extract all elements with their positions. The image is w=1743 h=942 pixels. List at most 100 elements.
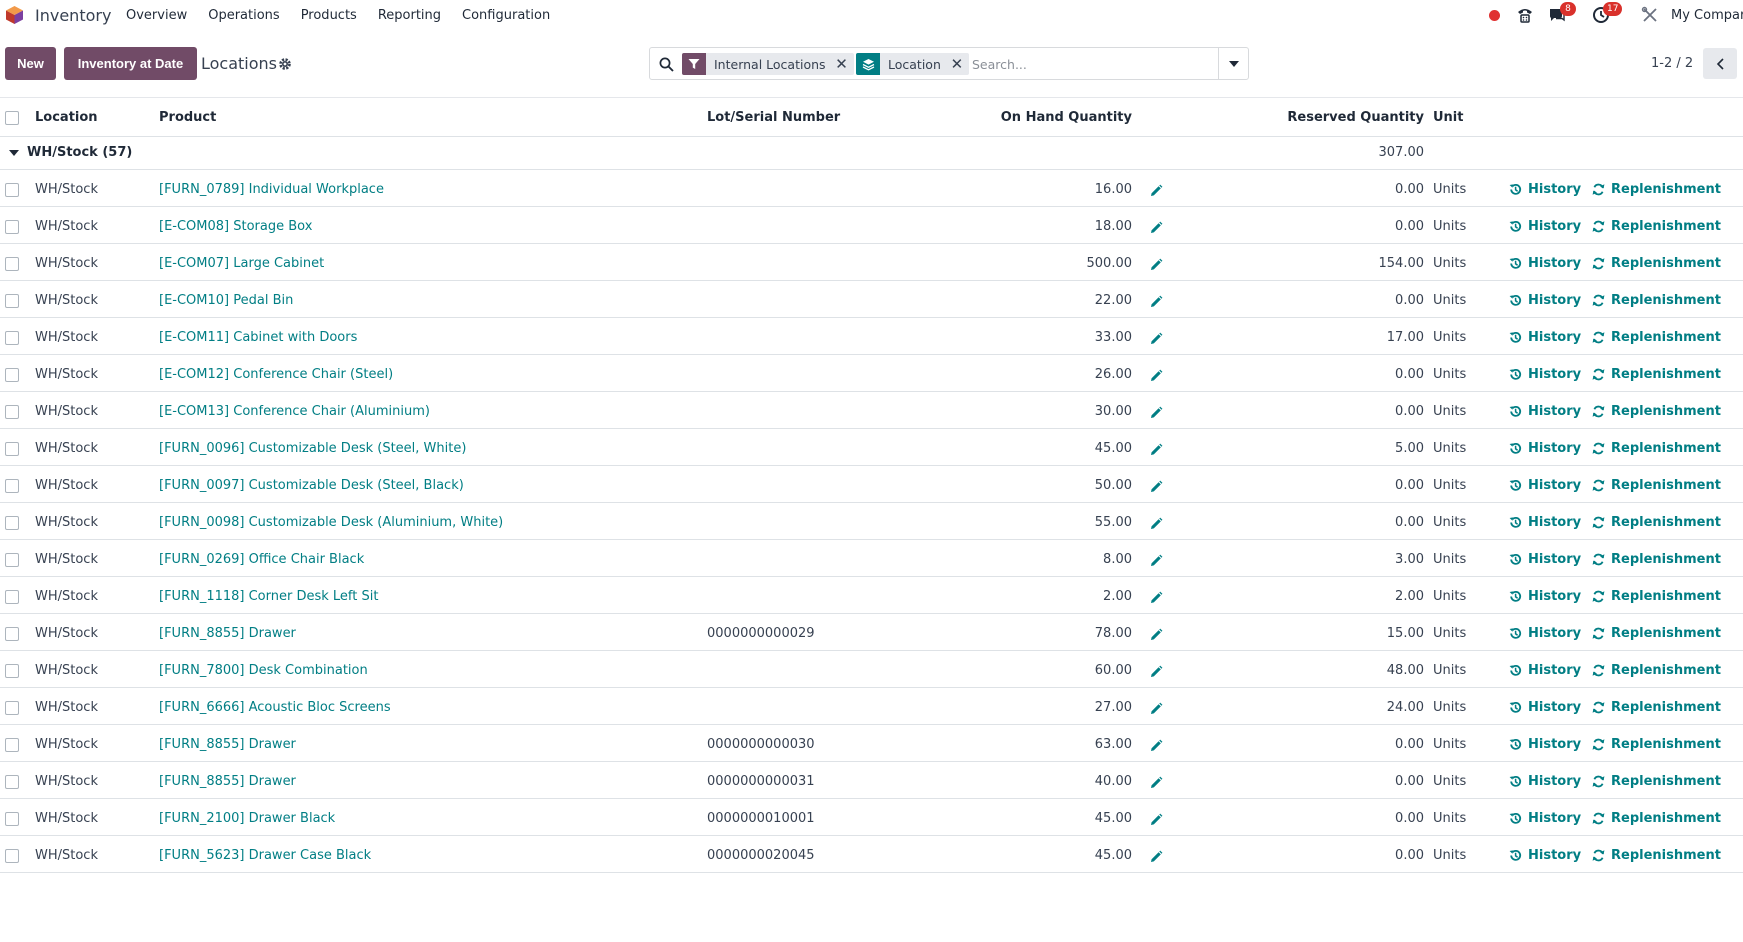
cell-product[interactable]: [E-COM08] Storage Box	[159, 219, 312, 234]
cell-on-hand[interactable]: 18.00	[1095, 219, 1132, 234]
replenishment-button[interactable]: Replenishment	[1592, 256, 1721, 271]
replenishment-button[interactable]: Replenishment	[1592, 404, 1721, 419]
table-row[interactable]: WH/Stock [FURN_8855] Drawer 000000000003…	[0, 762, 1743, 799]
cell-on-hand[interactable]: 30.00	[1095, 404, 1132, 419]
cell-product[interactable]: [FURN_0789] Individual Workplace	[159, 182, 384, 197]
pencil-icon[interactable]	[1149, 369, 1163, 383]
select-all-checkbox[interactable]	[5, 111, 19, 125]
row-checkbox[interactable]	[5, 627, 19, 641]
table-row[interactable]: WH/Stock [FURN_1118] Corner Desk Left Si…	[0, 577, 1743, 614]
company-switcher[interactable]: My Compar	[1671, 8, 1743, 23]
table-row[interactable]: WH/Stock [FURN_5623] Drawer Case Black 0…	[0, 836, 1743, 873]
pencil-icon[interactable]	[1149, 443, 1163, 457]
table-row[interactable]: WH/Stock [FURN_0269] Office Chair Black …	[0, 540, 1743, 577]
history-button[interactable]: History	[1509, 700, 1581, 715]
row-checkbox[interactable]	[5, 701, 19, 715]
menu-overview[interactable]: Overview	[126, 8, 187, 23]
history-button[interactable]: History	[1509, 737, 1581, 752]
history-button[interactable]: History	[1509, 256, 1581, 271]
pencil-icon[interactable]	[1149, 813, 1163, 827]
cell-on-hand[interactable]: 8.00	[1103, 552, 1132, 567]
cell-on-hand[interactable]: 27.00	[1095, 700, 1132, 715]
menu-configuration[interactable]: Configuration	[462, 8, 550, 23]
replenishment-button[interactable]: Replenishment	[1592, 700, 1721, 715]
row-checkbox[interactable]	[5, 442, 19, 456]
row-checkbox[interactable]	[5, 331, 19, 345]
header-unit[interactable]: Unit	[1433, 110, 1463, 125]
replenishment-button[interactable]: Replenishment	[1592, 182, 1721, 197]
pencil-icon[interactable]	[1149, 332, 1163, 346]
cell-on-hand[interactable]: 40.00	[1095, 774, 1132, 789]
history-button[interactable]: History	[1509, 441, 1581, 456]
table-row[interactable]: WH/Stock [FURN_0098] Customizable Desk (…	[0, 503, 1743, 540]
header-lot[interactable]: Lot/Serial Number	[707, 110, 840, 125]
table-row[interactable]: WH/Stock [FURN_8855] Drawer 000000000002…	[0, 614, 1743, 651]
row-checkbox[interactable]	[5, 257, 19, 271]
cell-product[interactable]: [FURN_0098] Customizable Desk (Aluminium…	[159, 515, 503, 530]
pencil-icon[interactable]	[1149, 850, 1163, 864]
search-icon[interactable]	[659, 57, 674, 72]
cell-on-hand[interactable]: 55.00	[1095, 515, 1132, 530]
pencil-icon[interactable]	[1149, 295, 1163, 309]
row-checkbox[interactable]	[5, 220, 19, 234]
table-row[interactable]: WH/Stock [FURN_7800] Desk Combination 60…	[0, 651, 1743, 688]
header-product[interactable]: Product	[159, 110, 216, 125]
cell-on-hand[interactable]: 33.00	[1095, 330, 1132, 345]
cell-on-hand[interactable]: 2.00	[1103, 589, 1132, 604]
pencil-icon[interactable]	[1149, 517, 1163, 531]
cell-product[interactable]: [FURN_8855] Drawer	[159, 626, 296, 641]
replenishment-button[interactable]: Replenishment	[1592, 663, 1721, 678]
history-button[interactable]: History	[1509, 293, 1581, 308]
cell-on-hand[interactable]: 45.00	[1095, 441, 1132, 456]
pencil-icon[interactable]	[1149, 258, 1163, 272]
row-checkbox[interactable]	[5, 738, 19, 752]
replenishment-button[interactable]: Replenishment	[1592, 478, 1721, 493]
pencil-icon[interactable]	[1149, 406, 1163, 420]
history-button[interactable]: History	[1509, 367, 1581, 382]
replenishment-button[interactable]: Replenishment	[1592, 515, 1721, 530]
row-checkbox[interactable]	[5, 664, 19, 678]
replenishment-button[interactable]: Replenishment	[1592, 626, 1721, 641]
cell-on-hand[interactable]: 78.00	[1095, 626, 1132, 641]
new-button[interactable]: New	[5, 47, 56, 80]
table-row[interactable]: WH/Stock [FURN_0096] Customizable Desk (…	[0, 429, 1743, 466]
menu-products[interactable]: Products	[301, 8, 357, 23]
row-checkbox[interactable]	[5, 775, 19, 789]
history-button[interactable]: History	[1509, 219, 1581, 234]
cell-product[interactable]: [FURN_0097] Customizable Desk (Steel, Bl…	[159, 478, 464, 493]
pencil-icon[interactable]	[1149, 702, 1163, 716]
cell-product[interactable]: [FURN_0096] Customizable Desk (Steel, Wh…	[159, 441, 466, 456]
cell-product[interactable]: [FURN_6666] Acoustic Bloc Screens	[159, 700, 391, 715]
row-checkbox[interactable]	[5, 368, 19, 382]
gear-icon[interactable]	[278, 57, 292, 71]
pager-value[interactable]: 1-2 / 2	[1651, 56, 1693, 71]
recording-dot-icon[interactable]	[1489, 10, 1500, 21]
replenishment-button[interactable]: Replenishment	[1592, 441, 1721, 456]
table-row[interactable]: WH/Stock [E-COM08] Storage Box 18.00 0.0…	[0, 207, 1743, 244]
replenishment-button[interactable]: Replenishment	[1592, 737, 1721, 752]
replenishment-button[interactable]: Replenishment	[1592, 330, 1721, 345]
cell-product[interactable]: [FURN_1118] Corner Desk Left Sit	[159, 589, 378, 604]
menu-reporting[interactable]: Reporting	[378, 8, 441, 23]
search-options-toggle[interactable]	[1218, 48, 1248, 79]
pencil-icon[interactable]	[1149, 221, 1163, 235]
pager-previous-button[interactable]	[1703, 48, 1737, 79]
history-button[interactable]: History	[1509, 330, 1581, 345]
replenishment-button[interactable]: Replenishment	[1592, 811, 1721, 826]
history-button[interactable]: History	[1509, 774, 1581, 789]
history-button[interactable]: History	[1509, 478, 1581, 493]
cell-product[interactable]: [FURN_8855] Drawer	[159, 737, 296, 752]
history-button[interactable]: History	[1509, 515, 1581, 530]
row-checkbox[interactable]	[5, 479, 19, 493]
table-row[interactable]: WH/Stock [E-COM12] Conference Chair (Ste…	[0, 355, 1743, 392]
pencil-icon[interactable]	[1149, 184, 1163, 198]
replenishment-button[interactable]: Replenishment	[1592, 848, 1721, 863]
history-button[interactable]: History	[1509, 404, 1581, 419]
close-icon[interactable]: ✕	[949, 55, 965, 73]
pencil-icon[interactable]	[1149, 554, 1163, 568]
table-row[interactable]: WH/Stock [FURN_8855] Drawer 000000000003…	[0, 725, 1743, 762]
cell-product[interactable]: [FURN_8855] Drawer	[159, 774, 296, 789]
history-button[interactable]: History	[1509, 552, 1581, 567]
cell-on-hand[interactable]: 60.00	[1095, 663, 1132, 678]
pencil-icon[interactable]	[1149, 628, 1163, 642]
